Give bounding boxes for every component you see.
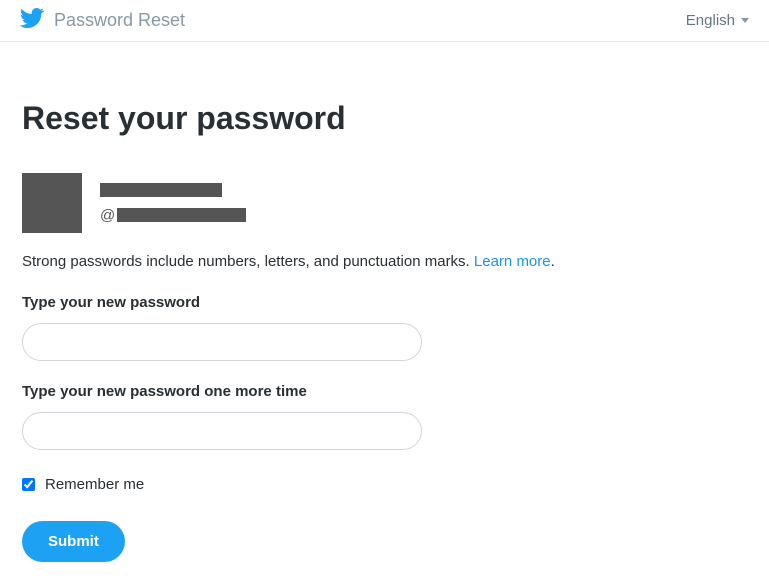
page-title: Reset your password bbox=[22, 100, 747, 137]
main-content: Reset your password @ Strong passwords i… bbox=[0, 42, 769, 586]
new-password-input[interactable] bbox=[22, 323, 422, 361]
language-label: English bbox=[686, 12, 735, 29]
language-selector[interactable]: English bbox=[686, 12, 749, 29]
avatar bbox=[22, 173, 82, 233]
page-header: Password Reset English bbox=[0, 0, 769, 42]
twitter-bird-icon bbox=[20, 8, 44, 33]
learn-more-link[interactable]: Learn more bbox=[474, 253, 551, 270]
user-display-name-redacted bbox=[100, 183, 222, 197]
user-handle-row: @ bbox=[100, 207, 246, 224]
remember-me-label: Remember me bbox=[45, 476, 144, 493]
at-sign: @ bbox=[100, 207, 115, 224]
password-hint: Strong passwords include numbers, letter… bbox=[22, 253, 747, 270]
hint-text-body: Strong passwords include numbers, letter… bbox=[22, 253, 474, 270]
submit-button[interactable]: Submit bbox=[22, 521, 125, 562]
user-identity-block: @ bbox=[22, 173, 747, 233]
remember-me-row: Remember me bbox=[22, 476, 747, 493]
hint-period: . bbox=[551, 253, 555, 270]
confirm-password-label: Type your new password one more time bbox=[22, 383, 747, 400]
confirm-password-input[interactable] bbox=[22, 412, 422, 450]
remember-me-checkbox[interactable] bbox=[22, 478, 35, 491]
user-name-block: @ bbox=[100, 183, 246, 224]
header-left: Password Reset bbox=[20, 8, 185, 33]
chevron-down-icon bbox=[741, 18, 749, 23]
new-password-label: Type your new password bbox=[22, 294, 747, 311]
user-handle-redacted bbox=[117, 208, 246, 222]
header-title: Password Reset bbox=[54, 10, 185, 31]
